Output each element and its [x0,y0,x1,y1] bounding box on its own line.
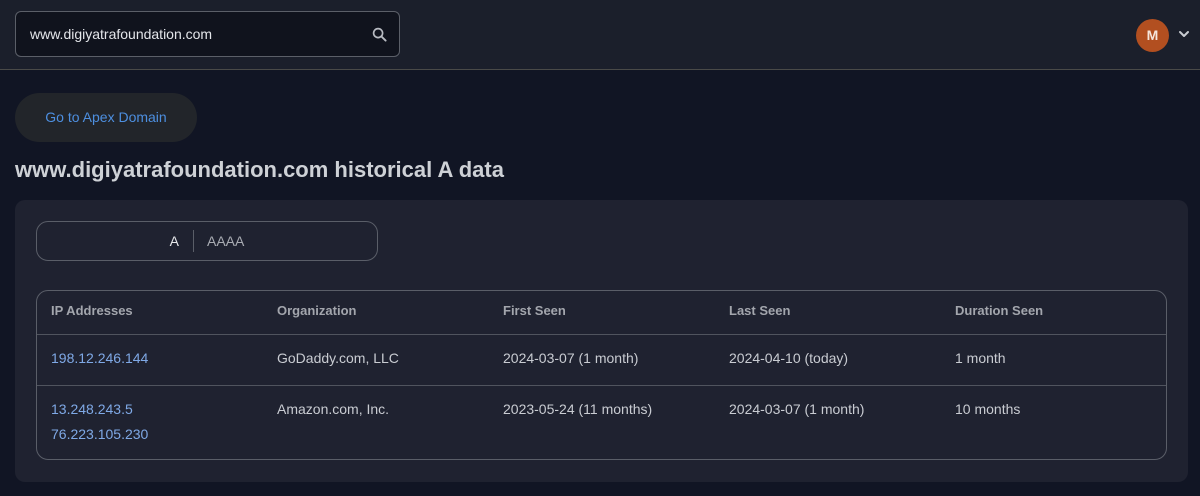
header-last-seen[interactable]: Last Seen [729,291,790,334]
top-bar: M [0,0,1200,70]
record-type-toggle: A AAAA [36,221,378,261]
header-ip-addresses[interactable]: IP Addresses [51,291,133,334]
records-panel: A AAAA IP Addresses Organization First S… [15,200,1188,482]
page-title: www.digiyatrafoundation.com historical A… [15,157,504,182]
last-seen-cell: 2024-03-07 (1 month) [729,401,865,417]
search-box [15,11,400,57]
toggle-divider [193,230,194,252]
table-header: IP Addresses Organization First Seen Las… [37,291,1166,335]
go-to-apex-domain-button[interactable]: Go to Apex Domain [15,93,197,142]
ip-link[interactable]: 198.12.246.144 [51,346,148,371]
ip-cell: 13.248.243.5 76.223.105.230 [51,397,148,447]
record-type-a-option[interactable]: A [37,222,193,260]
records-table: IP Addresses Organization First Seen Las… [36,290,1167,460]
duration-cell: 1 month [955,350,1006,366]
first-seen-cell: 2023-05-24 (11 months) [503,401,653,417]
ip-cell: 198.12.246.144 [51,346,148,371]
duration-cell: 10 months [955,401,1021,417]
header-organization[interactable]: Organization [277,291,356,334]
table-row: 198.12.246.144 GoDaddy.com, LLC 2024-03-… [37,335,1166,386]
avatar[interactable]: M [1136,19,1169,52]
search-input[interactable] [30,12,360,56]
header-first-seen[interactable]: First Seen [503,291,566,334]
record-type-aaaa-option[interactable]: AAAA [207,222,244,260]
organization-cell: GoDaddy.com, LLC [277,350,399,366]
first-seen-cell: 2024-03-07 (1 month) [503,350,639,366]
search-icon[interactable] [372,27,387,42]
ip-link[interactable]: 76.223.105.230 [51,422,148,447]
last-seen-cell: 2024-04-10 (today) [729,350,849,366]
table-row: 13.248.243.5 76.223.105.230 Amazon.com, … [37,386,1166,459]
ip-link[interactable]: 13.248.243.5 [51,397,148,422]
organization-cell: Amazon.com, Inc. [277,401,390,417]
header-duration-seen[interactable]: Duration Seen [955,291,1043,334]
chevron-down-icon[interactable] [1178,29,1190,39]
